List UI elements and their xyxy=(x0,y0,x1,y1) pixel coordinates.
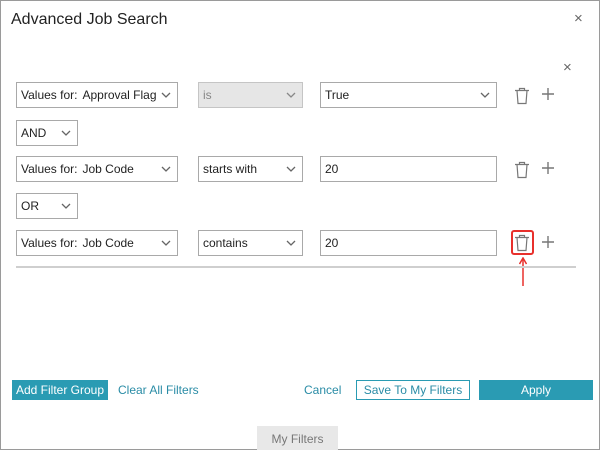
chevron-down-icon xyxy=(161,164,171,174)
field-prefix: Values for: xyxy=(21,88,78,102)
connector-value: OR xyxy=(21,199,39,213)
trash-icon[interactable] xyxy=(514,87,532,105)
trash-icon[interactable] xyxy=(514,234,532,252)
operator-select-row-1: is xyxy=(198,82,303,108)
value-text: True xyxy=(325,88,350,102)
connector-select-2[interactable]: OR xyxy=(16,193,78,219)
field-prefix: Values for: xyxy=(21,162,78,176)
operator-select-row-3[interactable]: contains xyxy=(198,230,303,256)
dialog-close-icon[interactable]: × xyxy=(574,11,583,26)
connector-value: AND xyxy=(21,126,47,140)
chevron-down-icon xyxy=(480,90,490,100)
trash-icon[interactable] xyxy=(514,161,532,179)
field-value: Job Code xyxy=(82,162,134,176)
my-filters-tab[interactable]: My Filters xyxy=(257,426,338,450)
operator-value: contains xyxy=(203,236,248,250)
dialog-title: Advanced Job Search xyxy=(11,11,168,28)
field-select-row-1[interactable]: Values for: Approval Flag xyxy=(16,82,178,108)
advanced-job-search-dialog: Advanced Job Search × × Values for: Appr… xyxy=(0,0,600,450)
chevron-down-icon xyxy=(61,128,71,138)
save-to-my-filters-button[interactable]: Save To My Filters xyxy=(356,380,470,400)
arrow-up-annotation-icon xyxy=(518,256,528,287)
clear-all-filters-link[interactable]: Clear All Filters xyxy=(118,383,199,397)
chevron-down-icon xyxy=(286,164,296,174)
field-value: Job Code xyxy=(82,236,134,250)
field-value: Approval Flag xyxy=(82,88,157,102)
plus-icon[interactable] xyxy=(541,235,559,253)
chevron-down-icon xyxy=(61,201,71,211)
connector-select-1[interactable]: AND xyxy=(16,120,78,146)
value-text: 20 xyxy=(325,162,339,176)
filter-group-divider xyxy=(16,266,576,268)
field-prefix: Values for: xyxy=(21,236,78,250)
operator-select-row-2[interactable]: starts with xyxy=(198,156,303,182)
add-filter-group-button[interactable]: Add Filter Group xyxy=(12,380,108,400)
field-select-row-3[interactable]: Values for: Job Code xyxy=(16,230,178,256)
chevron-down-icon xyxy=(161,90,171,100)
filter-group-close-icon[interactable]: × xyxy=(563,60,572,75)
plus-icon[interactable] xyxy=(541,161,559,179)
value-input-row-3[interactable]: 20 xyxy=(320,230,497,256)
cancel-link[interactable]: Cancel xyxy=(304,383,341,397)
value-text: 20 xyxy=(325,236,339,250)
chevron-down-icon xyxy=(286,90,296,100)
field-select-row-2[interactable]: Values for: Job Code xyxy=(16,156,178,182)
value-select-row-1[interactable]: True xyxy=(320,82,497,108)
chevron-down-icon xyxy=(286,238,296,248)
value-input-row-2[interactable]: 20 xyxy=(320,156,497,182)
chevron-down-icon xyxy=(161,238,171,248)
plus-icon[interactable] xyxy=(541,87,559,105)
operator-value: is xyxy=(203,88,212,102)
apply-button[interactable]: Apply xyxy=(479,380,593,400)
operator-value: starts with xyxy=(203,162,258,176)
